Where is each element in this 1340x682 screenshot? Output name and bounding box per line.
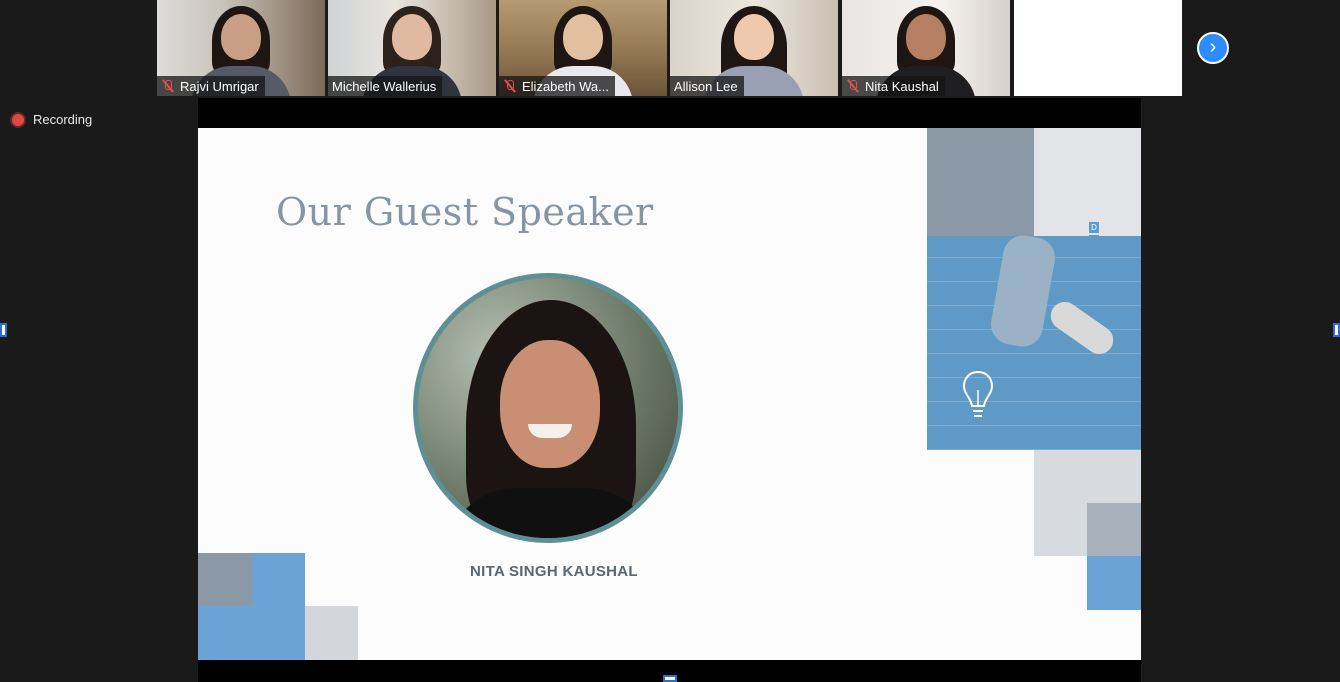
resize-handle-left[interactable] [0,323,7,337]
resize-handle-bottom[interactable] [663,675,677,682]
jumping-person-photo [927,232,1141,450]
participant-namebar: Nita Kaushal [842,76,945,96]
video-person-face [563,14,603,60]
video-person-face [906,14,946,60]
next-participants-button[interactable]: › [1197,32,1229,64]
slide-title: Our Guest Speaker [276,190,654,234]
video-person-face [221,14,261,60]
participant-namebar: Allison Lee [670,76,744,96]
video-person-face [392,14,432,60]
recording-dot-icon [12,113,24,126]
participant-name: Michelle Wallerius [332,78,437,94]
participant-namebar: Rajvi Umrigar [157,76,265,96]
photo-legs [987,232,1059,350]
mic-muted-icon [161,79,175,93]
participant-tile-elizabeth[interactable]: Elizabeth Wa... [499,0,667,96]
recording-indicator[interactable]: Recording [12,112,92,127]
speaker-portrait [413,273,683,543]
video-person-face [734,14,774,60]
participant-namebar: Michelle Wallerius [328,76,443,96]
participant-tile-empty [1014,0,1182,96]
chevron-right-icon: › [1209,36,1217,58]
decor-square [927,128,1034,236]
decor-square [305,606,358,660]
participant-tile-allison-active-speaker[interactable]: Allison Lee [670,0,838,96]
mic-muted-icon [503,79,517,93]
participant-name: Elizabeth Wa... [522,78,609,94]
decor-square [198,553,252,606]
participant-tile-michelle[interactable]: Michelle Wallerius [328,0,496,96]
decor-square [1087,503,1141,557]
mic-muted-icon [846,79,860,93]
portrait-face [500,340,600,468]
participant-tile-rajvi[interactable]: Rajvi Umrigar [157,0,325,96]
participant-name: Rajvi Umrigar [180,78,259,94]
presentation-slide: Our Guest Speaker NITA SINGH KAUSHAL P A… [198,128,1141,660]
decor-square [1034,128,1141,236]
decor-square [1087,556,1141,610]
participant-name: Allison Lee [674,78,738,94]
participant-tile-nita[interactable]: Nita Kaushal [842,0,1010,96]
participant-name: Nita Kaushal [865,78,939,94]
photo-shoe [1045,296,1119,360]
resize-handle-right[interactable] [1333,323,1340,337]
lightbulb-icon [962,370,994,417]
recording-label: Recording [33,112,93,127]
participant-namebar: Elizabeth Wa... [499,76,615,96]
speaker-name: NITA SINGH KAUSHAL [470,563,638,580]
